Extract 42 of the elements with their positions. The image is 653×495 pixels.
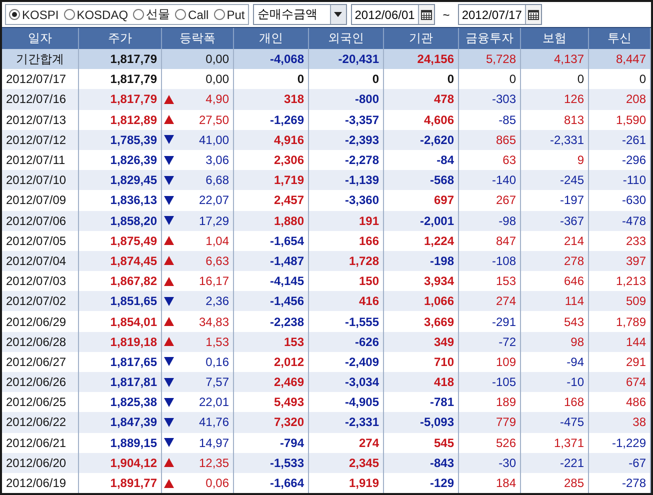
change-cell: 41,00: [198, 132, 229, 147]
value-cell: -278: [589, 472, 651, 493]
change-cell: 34,83: [198, 314, 229, 329]
change-cell: 22,07: [198, 193, 229, 208]
change-cell: 22,01: [198, 395, 229, 410]
value-cell: 184: [459, 472, 521, 493]
change-cell: 0,06: [206, 476, 229, 490]
change-cell: 6,68: [206, 173, 229, 188]
change-cell: 0,16: [206, 354, 229, 369]
caret-icon: [334, 12, 342, 17]
change-cell: 12,35: [198, 456, 229, 470]
calendar-icon[interactable]: [420, 10, 432, 20]
value-cell: 1,919: [309, 472, 384, 493]
range-separator: ~: [442, 8, 450, 22]
change-cell: 7,57: [206, 375, 229, 390]
value-cell: -129: [384, 472, 459, 493]
change-cell: 6,63: [206, 254, 229, 268]
change-cell: 27,50: [198, 112, 229, 127]
change-cell: 3,06: [206, 153, 229, 168]
market-radio[interactable]: KOSPI: [9, 8, 59, 22]
change-cell: 0,00: [206, 72, 229, 86]
value-cell: 285: [521, 472, 589, 493]
market-radio[interactable]: Call: [175, 8, 209, 22]
start-date-field[interactable]: 2012/06/01: [350, 4, 435, 25]
change-cell: 2,36: [206, 294, 229, 308]
value-cell: -1,664: [234, 472, 309, 493]
change-cell: 14,97: [198, 436, 229, 450]
change-cell: 4,90: [206, 92, 229, 106]
price-cell: 1,891,77: [79, 472, 162, 493]
market-radio[interactable]: Put: [214, 8, 245, 22]
change-cell: 17,29: [198, 214, 229, 228]
market-radio[interactable]: KOSDAQ: [64, 8, 128, 22]
measure-dropdown[interactable]: 순매수금액: [252, 4, 347, 25]
date-cell: 2012/06/19: [2, 472, 79, 493]
change-cell: 0,00: [206, 52, 229, 66]
change-cell: 41,76: [198, 415, 229, 430]
calendar-icon[interactable]: [528, 10, 539, 20]
end-date-field[interactable]: 2012/07/17: [458, 4, 542, 25]
change-cell: 1,04: [206, 234, 229, 248]
change-cell: 16,17: [198, 274, 229, 288]
change-cell: 1,53: [206, 334, 229, 349]
market-radio[interactable]: 선물: [133, 6, 170, 23]
